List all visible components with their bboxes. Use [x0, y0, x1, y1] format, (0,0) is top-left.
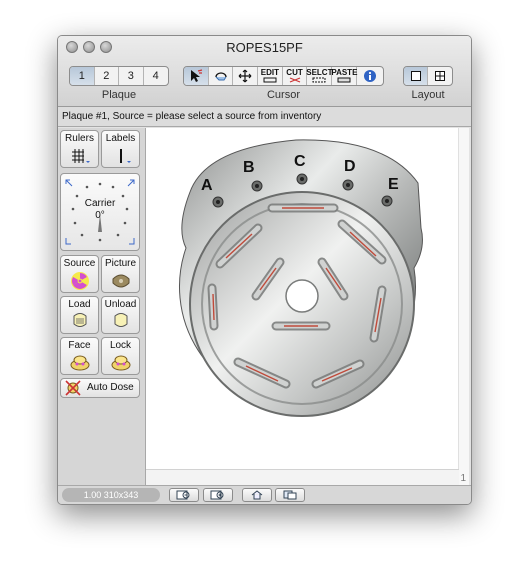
- zoom-out-button[interactable]: [169, 488, 199, 502]
- paste-tool[interactable]: PASTE: [331, 67, 358, 85]
- layout-group-label: Layout: [411, 89, 445, 101]
- rulers-label: Rulers: [65, 133, 94, 144]
- fit-view-icon: [283, 490, 297, 500]
- rulers-button[interactable]: Rulers: [60, 130, 99, 168]
- cursor-group-label: Cursor: [266, 89, 300, 101]
- move-icon: [238, 69, 252, 83]
- labels-label: Labels: [105, 133, 136, 144]
- select-arrow-tool[interactable]: [184, 67, 209, 85]
- zoom-in-icon: [210, 490, 224, 500]
- plaque-4-button[interactable]: 4: [144, 67, 168, 85]
- zoom-readout: 1.00 310x343: [62, 488, 160, 502]
- zoom-out-icon: [176, 490, 190, 500]
- carrier-angle: 0°: [95, 210, 105, 221]
- paste-tool-label: PASTE: [331, 68, 358, 77]
- single-pane-icon: [410, 71, 421, 81]
- picture-button[interactable]: Picture: [101, 255, 140, 293]
- vertical-scrollbar[interactable]: [458, 128, 469, 485]
- plaque-3-button[interactable]: 3: [119, 67, 144, 85]
- cut-icon: [289, 77, 300, 83]
- fit-view-button[interactable]: [275, 488, 305, 502]
- cut-tool-label: CUT: [286, 68, 303, 77]
- unload-plaque-icon: [114, 313, 127, 327]
- hole-label-e: E: [388, 176, 399, 193]
- rotate-icon: [214, 72, 227, 81]
- edit-tool[interactable]: EDIT: [258, 67, 283, 85]
- app-window: ROPES15PF 1 2 3 4 Plaque EDIT CUT SELCT …: [57, 35, 472, 505]
- layout-quad-button[interactable]: [428, 67, 452, 85]
- cursor-tools: EDIT CUT SELCT PASTE: [183, 66, 384, 86]
- plaque-group-label: Plaque: [101, 89, 137, 101]
- select-tool[interactable]: SELCT: [306, 67, 333, 85]
- hole-label-a: A: [201, 177, 213, 194]
- picture-label: Picture: [104, 258, 137, 269]
- window-title: ROPES15PF: [226, 40, 303, 55]
- source-button[interactable]: Source: [60, 255, 99, 293]
- horizontal-scrollbar[interactable]: [146, 469, 459, 485]
- lock-label: Lock: [109, 340, 132, 351]
- zoom-in-button[interactable]: [203, 488, 233, 502]
- plaque-selector: 1 2 3 4: [69, 66, 169, 86]
- labels-button[interactable]: Labels: [101, 130, 140, 168]
- source-label: Source: [63, 258, 96, 269]
- radiation-icon: [70, 272, 89, 290]
- lock-button[interactable]: Lock: [101, 337, 140, 375]
- load-label: Load: [68, 299, 91, 310]
- hole-label-d: D: [344, 158, 356, 175]
- arrow-cursor-icon: [190, 69, 202, 82]
- face-label: Face: [68, 340, 91, 351]
- select-tool-label: SELCT: [306, 68, 333, 77]
- lock-icon: [111, 355, 130, 371]
- eye-plaque-image: A B C D E: [179, 139, 423, 417]
- plaque-picture-icon: [112, 274, 129, 288]
- edit-icon: [263, 77, 277, 83]
- page-number: 1: [460, 473, 466, 484]
- layout-selector: [403, 66, 453, 86]
- grid-icon: [71, 149, 90, 163]
- home-icon: [251, 490, 263, 500]
- load-button[interactable]: Load: [60, 296, 99, 334]
- paste-icon: [337, 77, 351, 83]
- auto-dose-icon: [65, 380, 81, 396]
- select-icon: [312, 77, 326, 83]
- status-bar: 1.00 310x343: [58, 485, 471, 504]
- hole-label-c: C: [294, 153, 306, 170]
- label-line-icon: [119, 149, 131, 163]
- unload-label: Unload: [104, 299, 137, 310]
- info-tool[interactable]: [357, 67, 383, 85]
- info-icon: [364, 70, 377, 82]
- layout-single-button[interactable]: [404, 67, 429, 85]
- title-bar: ROPES15PF 1 2 3 4 Plaque EDIT CUT SELCT …: [58, 36, 471, 107]
- move-tool[interactable]: [233, 67, 259, 85]
- cut-tool[interactable]: CUT: [283, 67, 308, 85]
- plaque-1-button[interactable]: 1: [70, 67, 95, 85]
- plaque-canvas[interactable]: A B C D E 1: [146, 128, 469, 485]
- face-icon: [70, 355, 89, 371]
- carrier-dial[interactable]: Carrier 0°: [60, 173, 140, 251]
- quad-pane-icon: [435, 71, 445, 81]
- home-view-button[interactable]: [242, 488, 272, 502]
- tools-sidebar: Rulers Labels Carrier 0° Source Picture …: [58, 128, 146, 485]
- load-plaque-icon: [73, 313, 86, 327]
- auto-dose-label: Auto Dose: [87, 382, 134, 393]
- carrier-label: Carrier: [84, 198, 116, 209]
- rotate-tool[interactable]: [209, 67, 234, 85]
- plaque-info-bar: Plaque #1, Source = please select a sour…: [58, 107, 471, 127]
- edit-tool-label: EDIT: [260, 68, 279, 77]
- hole-label-b: B: [243, 159, 255, 176]
- auto-dose-button[interactable]: Auto Dose: [60, 378, 140, 398]
- plaque-2-button[interactable]: 2: [95, 67, 119, 85]
- face-button[interactable]: Face: [60, 337, 99, 375]
- unload-button[interactable]: Unload: [101, 296, 140, 334]
